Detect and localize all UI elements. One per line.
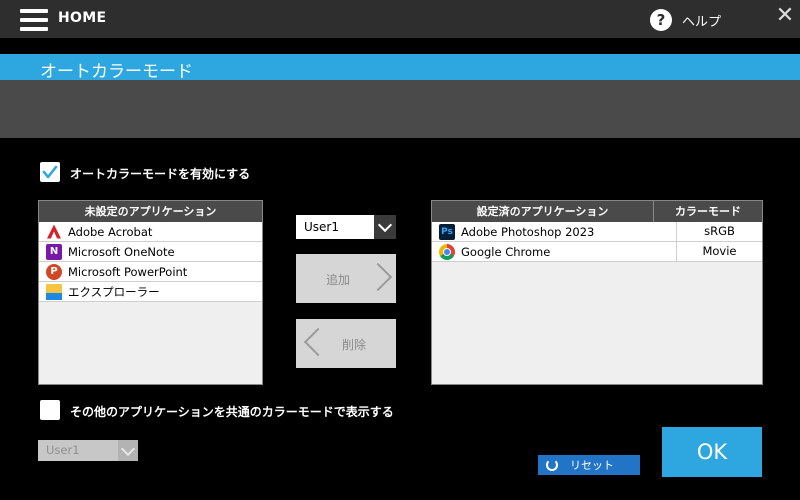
color-mode-value[interactable]: sRGB bbox=[676, 222, 762, 241]
set-apps-header: 設定済のアプリケーション bbox=[432, 201, 654, 222]
unset-apps-list[interactable]: 未設定のアプリケーション Adobe Acrobat N Microsoft O… bbox=[38, 200, 263, 385]
photoshop-icon: Ps bbox=[439, 223, 455, 240]
adobe-acrobat-icon bbox=[46, 223, 62, 240]
color-mode-value[interactable]: Movie bbox=[676, 242, 762, 261]
app-label: Microsoft PowerPoint bbox=[68, 264, 188, 279]
app-label: Adobe Photoshop 2023 bbox=[461, 224, 595, 239]
help-button[interactable]: ? ヘルプ bbox=[650, 8, 721, 32]
home-label[interactable]: HOME bbox=[58, 10, 106, 26]
help-label: ヘルプ bbox=[682, 14, 722, 30]
shared-color-mode-checkbox[interactable] bbox=[40, 400, 60, 420]
delete-button[interactable]: 削除 bbox=[296, 319, 396, 368]
shared-mode-select: User1 bbox=[38, 440, 138, 461]
list-item-explorer[interactable]: エクスプローラー bbox=[39, 282, 262, 302]
ok-button[interactable]: OK bbox=[662, 427, 762, 477]
hamburger-menu-icon[interactable] bbox=[20, 9, 48, 31]
list-item-adobe-acrobat[interactable]: Adobe Acrobat bbox=[39, 222, 262, 242]
chrome-icon bbox=[439, 243, 455, 260]
enable-auto-color-checkbox[interactable] bbox=[40, 162, 60, 182]
list-item-powerpoint[interactable]: P Microsoft PowerPoint bbox=[39, 262, 262, 282]
list-item-chrome[interactable]: Google Chrome Movie bbox=[432, 242, 762, 262]
add-button[interactable]: 追加 bbox=[296, 254, 396, 303]
app-label: エクスプローラー bbox=[68, 284, 160, 299]
page-title: オートカラーモード bbox=[40, 62, 193, 82]
checkmark-icon bbox=[42, 165, 58, 179]
delete-label: 削除 bbox=[342, 338, 367, 352]
close-icon[interactable]: ✕ bbox=[770, 2, 800, 30]
powerpoint-icon: P bbox=[46, 263, 62, 280]
add-label: 追加 bbox=[326, 273, 351, 287]
app-label: Microsoft OneNote bbox=[68, 244, 175, 259]
app-label: Google Chrome bbox=[461, 244, 551, 259]
shared-color-mode-label[interactable]: その他のアプリケーションを共通のカラーモードで表示する bbox=[70, 403, 394, 420]
unset-apps-header: 未設定のアプリケーション bbox=[39, 201, 262, 222]
set-apps-list[interactable]: 設定済のアプリケーション カラーモード Ps Adobe Photoshop 2… bbox=[431, 200, 763, 385]
arrow-right-icon bbox=[363, 262, 393, 292]
help-icon: ? bbox=[650, 9, 672, 31]
color-mode-header: カラーモード bbox=[654, 201, 762, 222]
user-mode-select[interactable]: User1 bbox=[296, 215, 396, 239]
onenote-icon: N bbox=[46, 243, 62, 260]
list-item-onenote[interactable]: N Microsoft OneNote bbox=[39, 242, 262, 262]
enable-auto-color-label[interactable]: オートカラーモードを有効にする bbox=[70, 165, 250, 182]
chevron-down-icon bbox=[118, 440, 138, 461]
list-item-photoshop[interactable]: Ps Adobe Photoshop 2023 sRGB bbox=[432, 222, 762, 242]
file-explorer-icon bbox=[46, 283, 62, 300]
chevron-down-icon[interactable] bbox=[374, 215, 396, 239]
reset-label: リセット bbox=[570, 459, 614, 472]
refresh-icon bbox=[546, 459, 558, 471]
shared-mode-value: User1 bbox=[46, 443, 80, 457]
user-mode-value: User1 bbox=[304, 220, 339, 234]
app-label: Adobe Acrobat bbox=[68, 224, 153, 239]
header-band bbox=[0, 80, 800, 138]
arrow-left-icon bbox=[303, 327, 333, 357]
reset-button[interactable]: リセット bbox=[538, 455, 640, 475]
